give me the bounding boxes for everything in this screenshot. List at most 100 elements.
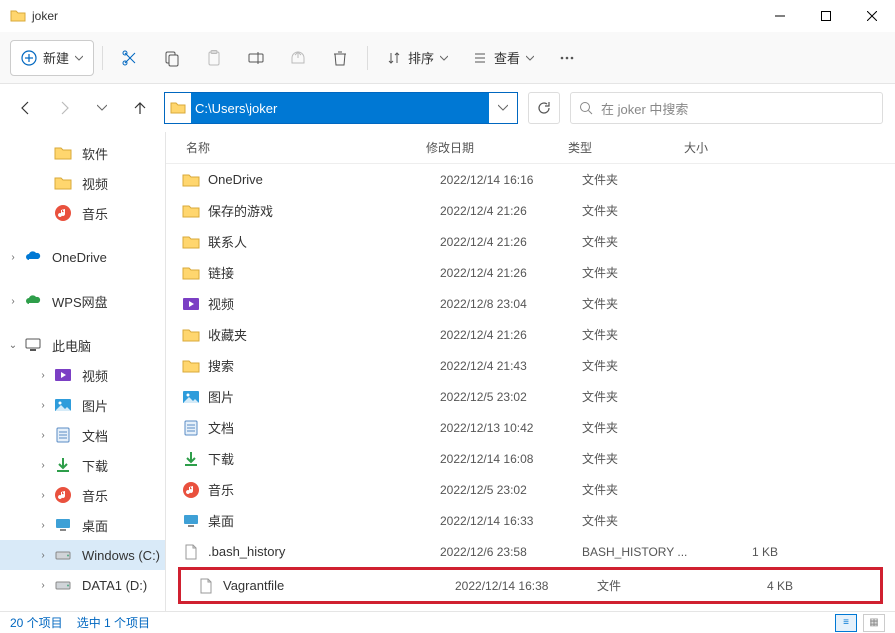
folder-icon xyxy=(180,202,202,220)
file-row[interactable]: 收藏夹 2022/12/4 21:26 文件夹 xyxy=(166,319,895,350)
desktop-icon xyxy=(180,512,202,530)
file-size: 1 KB xyxy=(698,545,788,559)
file-date: 2022/12/4 21:43 xyxy=(440,359,582,373)
file-type: 文件夹 xyxy=(582,264,698,281)
sort-label: 排序 xyxy=(408,48,434,67)
file-row[interactable]: 视频 2022/12/8 23:04 文件夹 xyxy=(166,288,895,319)
file-date: 2022/12/14 16:08 xyxy=(440,452,582,466)
file-row[interactable]: 保存的游戏 2022/12/4 21:26 文件夹 xyxy=(166,195,895,226)
file-row[interactable]: OneDrive 2022/12/14 16:16 文件夹 xyxy=(166,164,895,195)
sidebar-item[interactable]: ›桌面 xyxy=(0,510,165,540)
maximize-button[interactable] xyxy=(803,0,849,32)
trash-icon xyxy=(331,49,349,67)
address-dropdown[interactable] xyxy=(489,103,517,113)
sidebar-item[interactable]: ›Windows (C:) xyxy=(0,540,165,570)
file-name: 联系人 xyxy=(208,232,440,251)
refresh-button[interactable] xyxy=(528,92,560,124)
ellipsis-icon xyxy=(558,49,576,67)
clipboard-icon xyxy=(205,49,223,67)
file-type: 文件夹 xyxy=(582,357,698,374)
col-size[interactable]: 大小 xyxy=(684,139,784,156)
sidebar-item[interactable]: ›文档 xyxy=(0,420,165,450)
file-icon xyxy=(180,543,202,561)
new-label: 新建 xyxy=(43,48,69,67)
file-type: 文件 xyxy=(597,577,713,594)
chevron-down-icon xyxy=(526,54,534,62)
file-date: 2022/12/8 23:04 xyxy=(440,297,582,311)
file-date: 2022/12/14 16:16 xyxy=(440,173,582,187)
file-row[interactable]: 链接 2022/12/4 21:26 文件夹 xyxy=(166,257,895,288)
file-row[interactable]: Vagrantfile 2022/12/14 16:38 文件 4 KB xyxy=(181,570,880,601)
sidebar-item[interactable]: ›音乐 xyxy=(0,480,165,510)
cut-button[interactable] xyxy=(111,40,149,76)
share-icon xyxy=(289,49,307,67)
folder-icon xyxy=(180,357,202,375)
file-type: 文件夹 xyxy=(582,419,698,436)
new-button[interactable]: 新建 xyxy=(10,40,94,76)
sidebar-item[interactable]: ›下载 xyxy=(0,450,165,480)
file-row[interactable]: 桌面 2022/12/14 16:33 文件夹 xyxy=(166,505,895,536)
sidebar-item[interactable]: 音乐 xyxy=(0,198,165,228)
address-path: C:\Users\joker xyxy=(191,93,489,123)
sidebar-item[interactable]: ›DATA1 (D:) xyxy=(0,570,165,600)
close-button[interactable] xyxy=(849,0,895,32)
file-name: 保存的游戏 xyxy=(208,201,440,220)
file-name: 桌面 xyxy=(208,511,440,530)
file-row[interactable]: 联系人 2022/12/4 21:26 文件夹 xyxy=(166,226,895,257)
sidebar-item[interactable]: ›图片 xyxy=(0,390,165,420)
file-row[interactable]: 搜索 2022/12/4 21:43 文件夹 xyxy=(166,350,895,381)
more-button[interactable] xyxy=(548,40,586,76)
sort-button[interactable]: 排序 xyxy=(376,40,458,76)
paste-button[interactable] xyxy=(195,40,233,76)
sidebar-this-pc[interactable]: ⌄此电脑 xyxy=(0,330,165,360)
search-icon xyxy=(579,101,593,115)
file-type: 文件夹 xyxy=(582,450,698,467)
search-placeholder: 在 joker 中搜索 xyxy=(601,99,688,118)
video-icon xyxy=(180,295,202,313)
file-date: 2022/12/14 16:33 xyxy=(440,514,582,528)
folder-icon xyxy=(180,171,202,189)
delete-button[interactable] xyxy=(321,40,359,76)
copy-button[interactable] xyxy=(153,40,191,76)
status-bar: 20 个项目 选中 1 个项目 ≡ ▦ xyxy=(0,611,895,633)
file-type: 文件夹 xyxy=(582,326,698,343)
file-date: 2022/12/4 21:26 xyxy=(440,266,582,280)
file-date: 2022/12/5 23:02 xyxy=(440,483,582,497)
view-list-icon xyxy=(472,50,488,66)
file-row[interactable]: 文档 2022/12/13 10:42 文件夹 xyxy=(166,412,895,443)
search-box[interactable]: 在 joker 中搜索 xyxy=(570,92,883,124)
column-headers[interactable]: 名称 修改日期 类型 大小 xyxy=(166,132,895,164)
file-row[interactable]: 下载 2022/12/14 16:08 文件夹 xyxy=(166,443,895,474)
col-type[interactable]: 类型 xyxy=(568,139,684,156)
sidebar-item[interactable]: 视频 xyxy=(0,168,165,198)
back-button[interactable] xyxy=(12,94,40,122)
item-count: 20 个项目 xyxy=(10,614,63,631)
col-date[interactable]: 修改日期 xyxy=(426,139,568,156)
up-button[interactable] xyxy=(126,94,154,122)
file-type: 文件夹 xyxy=(582,295,698,312)
minimize-button[interactable] xyxy=(757,0,803,32)
view-button[interactable]: 查看 xyxy=(462,40,544,76)
file-list: OneDrive 2022/12/14 16:16 文件夹 保存的游戏 2022… xyxy=(166,164,895,611)
recent-button[interactable] xyxy=(88,94,116,122)
file-name: 文档 xyxy=(208,418,440,437)
file-row[interactable]: 图片 2022/12/5 23:02 文件夹 xyxy=(166,381,895,412)
sidebar-item[interactable]: ›视频 xyxy=(0,360,165,390)
address-bar[interactable]: C:\Users\joker xyxy=(164,92,518,124)
sidebar-item[interactable]: 软件 xyxy=(0,138,165,168)
file-name: .bash_history xyxy=(208,544,440,559)
title-bar: joker xyxy=(0,0,895,32)
forward-button[interactable] xyxy=(50,94,78,122)
share-button[interactable] xyxy=(279,40,317,76)
file-row[interactable]: .bash_history 2022/12/6 23:58 BASH_HISTO… xyxy=(166,536,895,567)
details-view-toggle[interactable]: ≡ xyxy=(835,614,857,632)
thumbnails-view-toggle[interactable]: ▦ xyxy=(863,614,885,632)
rename-button[interactable] xyxy=(237,40,275,76)
file-name: OneDrive xyxy=(208,172,440,187)
nav-row: C:\Users\joker 在 joker 中搜索 xyxy=(0,84,895,132)
col-name[interactable]: 名称 xyxy=(166,139,426,156)
file-row[interactable]: 音乐 2022/12/5 23:02 文件夹 xyxy=(166,474,895,505)
sidebar-item[interactable]: ›WPS网盘 xyxy=(0,286,165,316)
window-title: joker xyxy=(32,9,757,23)
sidebar-item[interactable]: ›OneDrive xyxy=(0,242,165,272)
